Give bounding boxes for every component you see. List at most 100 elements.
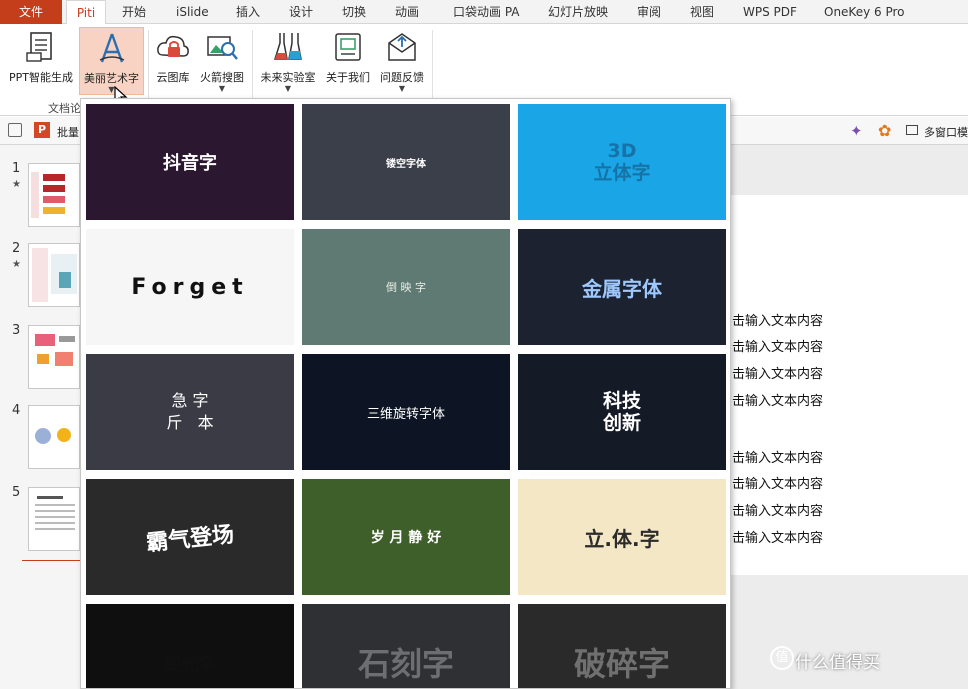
slide-number: 3 <box>12 323 21 338</box>
gallery-item[interactable]: Forget <box>86 229 294 345</box>
ribbon-tab-bar: 文件 Piti 开始 iSlide 插入 设计 切换 动画 口袋动画 PA 幻灯… <box>0 0 968 25</box>
tab-pocket-animation[interactable]: 口袋动画 PA <box>453 0 520 24</box>
tab-insert[interactable]: 插入 <box>236 0 260 24</box>
tab-design[interactable]: 设计 <box>289 0 313 24</box>
gallery-item-title: 镂空字体 <box>386 158 426 170</box>
rocket-image-search-button[interactable]: 火箭搜图 ▼ <box>196 27 248 97</box>
text-placeholder[interactable]: 击输入文本内容 <box>732 363 823 382</box>
gallery-item[interactable]: 金属字体 <box>518 229 726 345</box>
slide-thumbnail[interactable] <box>28 243 80 307</box>
tab-animations[interactable]: 动画 <box>395 0 419 24</box>
slide-thumbnail-panel: P 批量 1 ★ 2 ★ 3 4 5 <box>0 117 82 689</box>
multi-window-icon[interactable] <box>906 125 918 135</box>
slide-number: 1 <box>12 161 21 176</box>
outline-view-icon[interactable] <box>8 123 22 137</box>
text-placeholder[interactable]: 击输入文本内容 <box>732 390 823 409</box>
magic-wand-icon[interactable]: ✦ <box>850 122 863 140</box>
gallery-item[interactable]: 3D 立体字 <box>518 104 726 220</box>
about-us-button[interactable]: 关于我们 <box>322 27 374 97</box>
gallery-item-title: 立.体.字 <box>584 526 660 551</box>
gallery-item-title: 倒 映 字 <box>386 281 426 294</box>
right-toolbar: ✦ ✿ 多窗口模 <box>730 117 968 145</box>
art-text-label: 美丽艺术字 <box>84 72 139 85</box>
gallery-item-title: 石刻字 <box>357 645 454 683</box>
feedback-label: 问题反馈 <box>380 71 424 84</box>
slide-panel-toolbar: P 批量 <box>0 117 82 145</box>
gallery-item-title: 岁 月 静 好 <box>370 530 442 546</box>
text-placeholder[interactable]: 击输入文本内容 <box>732 310 823 329</box>
gallery-item-title: 金属字体 <box>582 276 662 301</box>
tab-transitions[interactable]: 切换 <box>342 0 366 24</box>
rocket-image-search-label: 火箭搜图 <box>200 71 244 84</box>
tab-home[interactable]: 开始 <box>122 0 146 24</box>
text-placeholder[interactable]: 击输入文本内容 <box>732 447 823 466</box>
about-us-label: 关于我们 <box>326 71 370 84</box>
cloud-lock-icon <box>157 35 189 57</box>
tab-file[interactable]: 文件 <box>0 0 62 24</box>
slide-thumbnail[interactable] <box>28 325 80 389</box>
slide-number: 2 <box>12 241 21 256</box>
ppt-file-icon[interactable]: P <box>34 122 50 138</box>
tab-slideshow[interactable]: 幻灯片放映 <box>548 0 608 24</box>
flask-icon <box>273 33 302 60</box>
tab-onekey[interactable]: OneKey 6 Pro <box>824 0 905 24</box>
slide-thumbnail[interactable] <box>28 163 80 227</box>
gallery-item[interactable]: 霸气登场 <box>86 479 294 595</box>
gallery-item[interactable]: 石刻字 <box>302 604 510 688</box>
slide-thumbnail[interactable] <box>28 405 80 469</box>
gear-icon[interactable]: ✿ <box>878 121 891 140</box>
ppt-smart-generate-button[interactable]: PPT智能生成 <box>4 27 78 97</box>
future-lab-button[interactable]: 未来实验室 ▼ <box>256 27 320 97</box>
document-icon <box>26 32 52 62</box>
gallery-item[interactable]: 急 字 斤 本 <box>86 354 294 470</box>
text-placeholder[interactable]: 击输入文本内容 <box>732 500 823 519</box>
watermark-logo: 值 <box>770 646 794 670</box>
gallery-item[interactable]: 倒 映 字 <box>302 229 510 345</box>
text-placeholder[interactable]: 击输入文本内容 <box>732 527 823 546</box>
slide-thumbnail[interactable] <box>28 487 80 551</box>
tab-islide[interactable]: iSlide <box>176 0 209 24</box>
tab-wps-pdf[interactable]: WPS PDF <box>743 0 797 24</box>
gallery-item-title: 科技 创新 <box>602 390 641 434</box>
feedback-button[interactable]: 问题反馈 ▼ <box>376 27 428 97</box>
ribbon-group-label: 文档论 <box>48 102 81 115</box>
gallery-item[interactable]: 逆光字 <box>86 604 294 688</box>
slide-number: 5 <box>12 485 21 500</box>
tab-piti[interactable]: Piti <box>66 0 106 25</box>
tab-review[interactable]: 审阅 <box>637 0 661 24</box>
art-text-button[interactable]: 美丽艺术字 ▼ <box>79 27 144 95</box>
animation-star-icon: ★ <box>12 179 21 190</box>
art-text-gallery: 抖音字 镂空字体 3D 立体字 Forget 倒 映 字 金属字体 急 字 斤 … <box>80 98 731 689</box>
multi-window-label[interactable]: 多窗口模 <box>924 124 968 140</box>
chevron-down-icon: ▼ <box>108 85 115 94</box>
text-placeholder[interactable]: 击输入文本内容 <box>732 473 823 492</box>
future-lab-label: 未来实验室 <box>260 71 316 84</box>
gallery-item[interactable]: 立.体.字 <box>518 479 726 595</box>
gallery-item[interactable]: 科技 创新 <box>518 354 726 470</box>
gallery-item-title: 霸气登场 <box>145 522 236 557</box>
watermark-text: 什么值得买 <box>795 653 880 673</box>
gallery-item-title: 急 字 斤 本 <box>166 391 214 432</box>
gallery-item-title: 3D 立体字 <box>593 140 651 184</box>
chevron-down-icon: ▼ <box>218 84 226 93</box>
gallery-item[interactable]: 抖音字 <box>86 104 294 220</box>
feedback-envelope-icon <box>388 33 416 61</box>
image-search-icon <box>207 36 238 60</box>
cloud-gallery-button[interactable]: 云图库 <box>152 27 194 97</box>
gallery-item-title: Forget <box>131 274 249 300</box>
gallery-item-title: 破碎字 <box>573 645 670 683</box>
info-card-icon <box>335 33 361 61</box>
text-placeholder[interactable]: 击输入文本内容 <box>732 336 823 355</box>
gallery-item-title: 三维旋转字体 <box>366 406 445 422</box>
cloud-gallery-label: 云图库 <box>156 71 190 84</box>
gallery-item-title: 抖音字 <box>163 153 217 174</box>
ppt-smart-generate-label: PPT智能生成 <box>9 71 73 84</box>
gallery-item[interactable]: 镂空字体 <box>302 104 510 220</box>
animation-star-icon: ★ <box>12 259 21 270</box>
art-text-icon <box>99 33 124 63</box>
gallery-item[interactable]: 岁 月 静 好 <box>302 479 510 595</box>
gallery-item[interactable]: 破碎字 <box>518 604 726 688</box>
tab-view[interactable]: 视图 <box>690 0 714 24</box>
gallery-item[interactable]: 三维旋转字体 <box>302 354 510 470</box>
batch-label[interactable]: 批量 <box>57 124 79 140</box>
